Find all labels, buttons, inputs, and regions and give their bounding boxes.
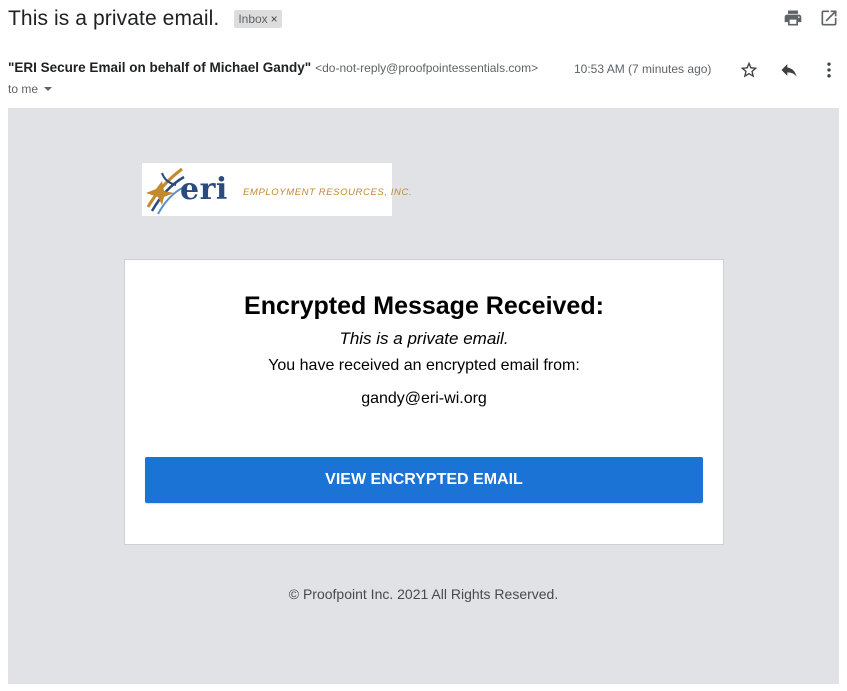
star-icon[interactable]	[739, 60, 759, 80]
inbox-label-chip[interactable]: Inbox ×	[234, 10, 282, 28]
card-from-text: You have received an encrypted email fro…	[268, 357, 580, 374]
open-in-new-window-icon[interactable]	[819, 8, 839, 28]
card-from-email: gandy@eri-wi.org	[361, 390, 487, 407]
subject-row: This is a private email. Inbox ×	[8, 4, 282, 34]
sender-name[interactable]: "ERI Secure Email on behalf of Michael G…	[8, 60, 311, 75]
message-timestamp: 10:53 AM (7 minutes ago)	[574, 62, 712, 76]
print-icon[interactable]	[783, 8, 803, 28]
top-toolbar	[783, 8, 839, 28]
company-logo: eri EMPLOYMENT RESOURCES, INC.	[142, 163, 412, 216]
encrypted-message-card: Encrypted Message Received: This is a pr…	[124, 259, 724, 545]
footer-copyright: © Proofpoint Inc. 2021 All Rights Reserv…	[288, 586, 559, 602]
remove-label-icon[interactable]: ×	[271, 12, 278, 26]
recipient-label: to me	[8, 82, 39, 96]
sender-email: <do-not-reply@proofpointessentials.com>	[315, 61, 539, 75]
sender-row: "ERI Secure Email on behalf of Michael G…	[8, 60, 839, 80]
email-body: eri EMPLOYMENT RESOURCES, INC. Encrypted…	[8, 108, 839, 684]
chevron-down-icon	[44, 87, 53, 91]
email-subject: This is a private email.	[8, 7, 220, 30]
view-encrypted-email-button[interactable]: VIEW ENCRYPTED EMAIL	[145, 457, 703, 503]
message-actions	[739, 60, 839, 80]
recipient-details-toggle[interactable]: to me	[8, 82, 53, 96]
more-vert-icon[interactable]	[819, 60, 839, 80]
inbox-label-text: Inbox	[238, 11, 268, 26]
logo-wordmark: eri	[180, 172, 228, 207]
card-title: Encrypted Message Received:	[244, 292, 604, 320]
logo-tagline: EMPLOYMENT RESOURCES, INC.	[243, 187, 413, 198]
card-subtitle: This is a private email.	[339, 329, 509, 348]
reply-icon[interactable]	[779, 60, 799, 80]
